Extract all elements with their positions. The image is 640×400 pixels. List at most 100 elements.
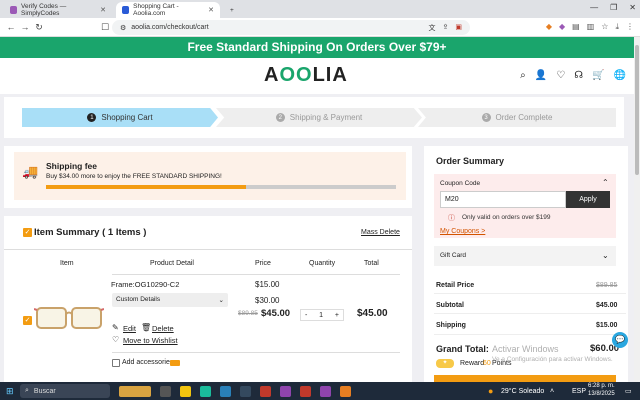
- accessories-badge-icon: [170, 360, 180, 366]
- reward-label: Reward: [460, 360, 485, 367]
- close-window-icon[interactable]: ✕: [629, 3, 636, 12]
- share-icon[interactable]: ⇪: [443, 23, 449, 33]
- shipping-progress-track: [46, 185, 396, 189]
- accessories-checkbox[interactable]: [112, 359, 120, 367]
- downloads-icon[interactable]: ⤓: [615, 22, 619, 32]
- quantity-value[interactable]: 1: [319, 312, 323, 319]
- step-number: 1: [87, 113, 97, 122]
- clock-time[interactable]: 6:28 p. m.: [588, 383, 615, 389]
- weather-text[interactable]: 29°C Soleado: [501, 388, 544, 395]
- app-icon[interactable]: [300, 385, 311, 397]
- divider: [112, 352, 400, 353]
- task-view-icon[interactable]: [160, 385, 171, 397]
- app-icon[interactable]: [240, 385, 251, 397]
- app-icon[interactable]: [280, 385, 291, 397]
- delete-link[interactable]: Delete: [152, 324, 174, 333]
- close-tab-icon[interactable]: ✕: [100, 6, 106, 14]
- extension-badge-icon[interactable]: ▣: [455, 23, 462, 33]
- retail-price-label: Retail Price: [436, 282, 475, 289]
- extension-icon[interactable]: ◆: [559, 22, 565, 32]
- address-bar[interactable]: ⚙ aoolia.com/checkout/cart 文 ⇪ ▣: [112, 20, 470, 35]
- language-globe-icon[interactable]: 🌐: [614, 70, 626, 81]
- app-icon[interactable]: [260, 385, 271, 397]
- chat-icon[interactable]: 💬: [612, 332, 628, 348]
- reading-list-icon[interactable]: ▥: [587, 22, 595, 32]
- activation-watermark-title: Activar Windows: [492, 344, 559, 354]
- scrollbar-thumb[interactable]: [635, 45, 639, 175]
- gift-card-section[interactable]: Gift Card ⌄: [434, 246, 616, 266]
- decrease-button[interactable]: -: [305, 312, 307, 319]
- truck-icon: 🚚: [22, 164, 39, 179]
- widgets-icon[interactable]: [119, 385, 151, 397]
- close-tab-icon[interactable]: ✕: [208, 6, 214, 14]
- browser-icon[interactable]: [320, 385, 331, 397]
- notifications-icon[interactable]: ▭: [625, 387, 632, 395]
- cart-icon[interactable]: 🛒: [592, 70, 604, 81]
- forward-icon[interactable]: →: [18, 22, 32, 32]
- file-explorer-icon[interactable]: [180, 385, 191, 397]
- item-summary-title: Item Summary ( 1 Items ): [34, 227, 147, 238]
- menu-icon[interactable]: ⋮: [626, 22, 634, 32]
- page-scrollbar[interactable]: [634, 37, 640, 382]
- bookmark-icon[interactable]: ☐: [98, 22, 112, 33]
- my-coupons-link[interactable]: My Coupons >: [440, 228, 485, 235]
- header-icons: ⌕ 👤 ♡ ☊ 🛒 🌐: [520, 70, 626, 81]
- shipping-fee-title: Shipping fee: [46, 161, 97, 171]
- heart-icon[interactable]: ♡: [112, 335, 119, 344]
- trash-icon[interactable]: 🗑: [141, 323, 151, 332]
- item-checkbox[interactable]: ✓: [23, 316, 32, 325]
- support-icon[interactable]: ☊: [574, 70, 583, 81]
- coupon-value: M20: [445, 196, 459, 203]
- browser-tab-bar: Verify Codes — SimplyCodes ✕ Shopping Ca…: [0, 0, 640, 18]
- outlook-icon[interactable]: [220, 385, 231, 397]
- site-header: AOOLIA ⌕ 👤 ♡ ☊ 🛒 🌐: [0, 58, 634, 94]
- chevron-up-icon[interactable]: ⌃: [602, 178, 609, 187]
- taskbar-search[interactable]: ⌕ Buscar: [20, 384, 110, 398]
- weather-icon[interactable]: ●: [488, 386, 493, 396]
- browser-toolbar: ← → ↻ ☐ ⚙ aoolia.com/checkout/cart 文 ⇪ ▣…: [0, 18, 640, 37]
- subtotal-value: $45.00: [596, 302, 618, 309]
- add-accessories-label: Add accessories: [122, 359, 174, 366]
- clock-date[interactable]: 13/8/2025: [588, 391, 615, 397]
- account-icon[interactable]: 👤: [535, 70, 547, 81]
- search-icon[interactable]: ⌕: [520, 70, 526, 81]
- taskbar-search-label: Buscar: [33, 387, 56, 395]
- select-all-checkbox[interactable]: ✓: [23, 228, 32, 237]
- coupon-input[interactable]: M20: [440, 191, 566, 208]
- language-indicator[interactable]: ESP: [572, 388, 586, 395]
- tab-verify-codes[interactable]: Verify Codes — SimplyCodes ✕: [4, 2, 112, 18]
- increase-button[interactable]: +: [335, 312, 339, 319]
- move-to-wishlist-link[interactable]: Move to Wishlist: [123, 336, 178, 345]
- mass-delete-link[interactable]: Mass Delete: [361, 229, 400, 236]
- wishlist-icon[interactable]: ♡: [556, 70, 565, 81]
- edit-link[interactable]: Edit: [123, 324, 136, 333]
- column-header: Product Detail: [150, 260, 194, 267]
- start-icon[interactable]: ⊞: [6, 386, 14, 397]
- divider: [434, 293, 626, 294]
- maximize-icon[interactable]: ❐: [610, 3, 617, 12]
- coupon-section: Coupon Code ⌃ M20 Apply ⓘ Only valid on …: [434, 174, 616, 238]
- edge-icon[interactable]: [200, 385, 211, 397]
- extension-icon[interactable]: ▤: [572, 22, 580, 32]
- tray-chevron-icon[interactable]: ˄: [550, 388, 554, 395]
- product-glasses-image[interactable]: [34, 300, 104, 340]
- apply-button[interactable]: Apply: [566, 191, 610, 208]
- edit-icon[interactable]: ✎: [112, 323, 119, 332]
- back-icon[interactable]: ←: [4, 22, 18, 32]
- promo-banner[interactable]: Free Standard Shipping On Orders Over $7…: [0, 37, 634, 58]
- app-icon[interactable]: [340, 385, 351, 397]
- tab-shopping-cart[interactable]: Shopping Cart - Aoolia.com ✕: [116, 2, 220, 18]
- site-logo[interactable]: AOOLIA: [264, 64, 348, 87]
- step-shipping-payment: 2 Shipping & Payment: [216, 108, 422, 127]
- translate-icon[interactable]: 文: [429, 23, 436, 33]
- checkout-button[interactable]: [434, 375, 616, 382]
- extension-icon[interactable]: ◆: [546, 22, 552, 32]
- step-label: Order Complete: [495, 113, 553, 122]
- favorites-icon[interactable]: ☆: [601, 22, 608, 32]
- site-info-icon[interactable]: ⚙: [120, 24, 126, 32]
- order-summary-title: Order Summary: [436, 156, 505, 166]
- minimize-icon[interactable]: —: [590, 3, 598, 12]
- reload-icon[interactable]: ↻: [32, 22, 46, 33]
- custom-details-dropdown[interactable]: Custom Details ⌄: [112, 293, 228, 307]
- new-tab-button[interactable]: +: [224, 2, 240, 18]
